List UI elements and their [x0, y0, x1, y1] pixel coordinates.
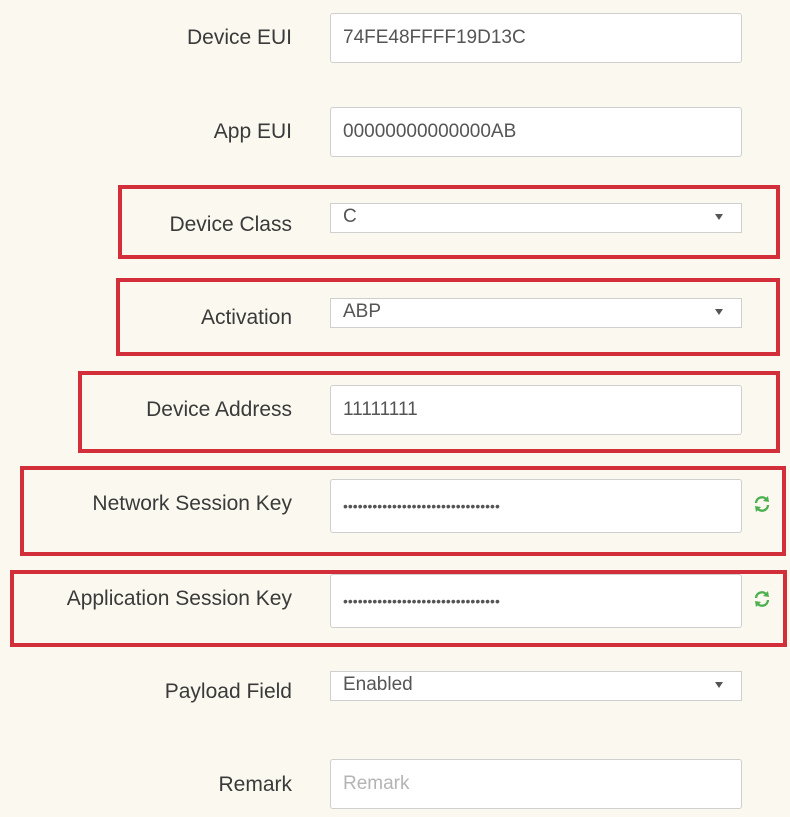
application-session-key-input[interactable]: •••••••••••••••••••••••••••••••• — [330, 574, 742, 628]
device-address-input[interactable]: 11111111 — [330, 385, 742, 435]
device-address-label: Device Address — [146, 398, 292, 421]
remark-input[interactable]: Remark — [330, 759, 742, 809]
chevron-down-icon — [715, 214, 723, 220]
remark-row: Remark Remark — [0, 757, 790, 813]
remark-label: Remark — [218, 773, 292, 796]
network-session-key-label: Network Session Key — [92, 492, 292, 515]
activation-label: Activation — [200, 306, 292, 329]
activation-row: Activation ABP — [0, 290, 790, 346]
device-class-value: C — [343, 206, 357, 227]
chevron-down-icon — [715, 682, 723, 688]
application-session-key-row: Application Session Key ••••••••••••••••… — [0, 571, 790, 628]
app-eui-label: App EUI — [213, 120, 292, 143]
payload-field-select[interactable]: Enabled — [330, 671, 742, 701]
device-class-label: Device Class — [169, 213, 292, 236]
payload-field-value: Enabled — [343, 674, 413, 695]
chevron-down-icon — [715, 309, 723, 315]
device-class-select[interactable]: C — [330, 203, 742, 233]
network-session-key-input[interactable]: •••••••••••••••••••••••••••••••• — [330, 479, 742, 533]
app-eui-row: App EUI 00000000000000AB — [0, 104, 790, 160]
refresh-icon[interactable] — [752, 494, 772, 514]
activation-select[interactable]: ABP — [330, 298, 742, 328]
activation-value: ABP — [343, 301, 382, 322]
device-address-row: Device Address 11111111 — [0, 382, 790, 438]
payload-field-label: Payload Field — [164, 680, 292, 703]
application-session-key-label: Application Session Key — [66, 587, 292, 610]
network-session-key-row: Network Session Key ••••••••••••••••••••… — [0, 476, 790, 533]
refresh-icon[interactable] — [752, 589, 772, 609]
device-eui-label: Device EUI — [186, 26, 292, 49]
payload-field-row: Payload Field Enabled — [0, 664, 790, 720]
device-class-row: Device Class C — [0, 197, 790, 253]
device-eui-input[interactable]: 74FE48FFFF19D13C — [330, 13, 742, 63]
device-eui-row: Device EUI 74FE48FFFF19D13C — [0, 10, 790, 66]
app-eui-input[interactable]: 00000000000000AB — [330, 107, 742, 157]
